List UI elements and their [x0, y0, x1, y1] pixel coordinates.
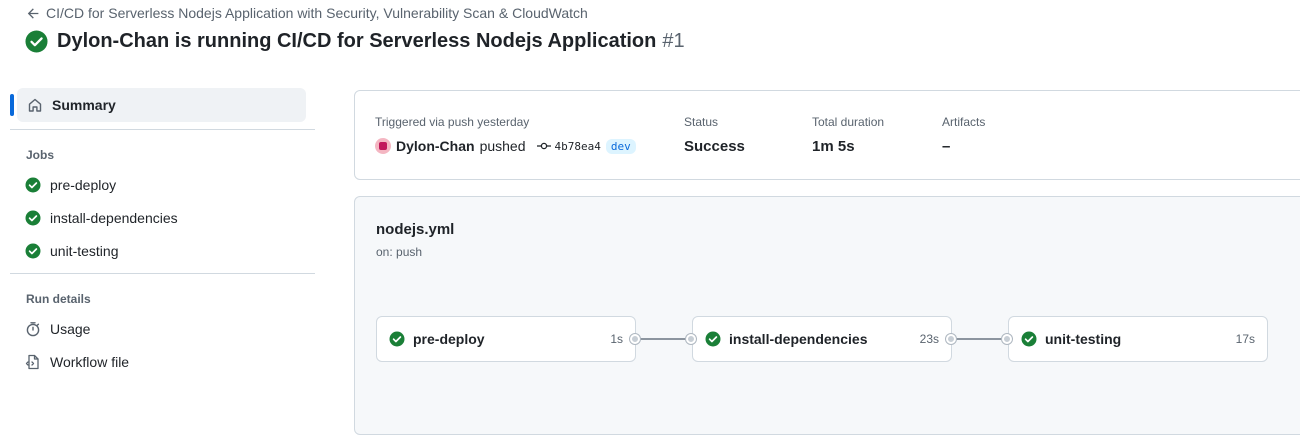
- back-link-label[interactable]: CI/CD for Serverless Nodejs Application …: [46, 5, 588, 21]
- jobs-heading: Jobs: [26, 148, 55, 162]
- trigger-label: Triggered via push yesterday: [375, 115, 530, 129]
- status-field: Status Success: [684, 115, 745, 155]
- duration-field: Total duration 1m 5s: [812, 115, 884, 155]
- connector-dot: [1002, 334, 1012, 344]
- trigger-field: Triggered via push yesterday Dylon-Chan …: [375, 115, 636, 154]
- connector-dot: [630, 334, 640, 344]
- sidebar-item-summary[interactable]: Summary: [10, 88, 306, 122]
- success-check-icon: [1021, 331, 1037, 347]
- back-link[interactable]: CI/CD for Serverless Nodejs Application …: [27, 5, 588, 21]
- avatar[interactable]: [375, 138, 391, 154]
- divider: [10, 273, 315, 274]
- job-duration: 17s: [1235, 332, 1255, 346]
- success-check-icon: [25, 30, 48, 53]
- sidebar-item-label: install-dependencies: [50, 209, 178, 226]
- sidebar-job-pre-deploy[interactable]: pre-deploy: [10, 168, 315, 201]
- git-commit-icon: [536, 142, 551, 150]
- sidebar: Summary Jobs pre-deploy install-dependen…: [10, 88, 315, 378]
- job-name: pre-deploy: [413, 331, 485, 347]
- run-number: #1: [662, 30, 685, 52]
- job-node-unit-testing[interactable]: unit-testing 17s: [1008, 316, 1268, 362]
- success-check-icon: [25, 243, 41, 258]
- sidebar-item-label: unit-testing: [50, 242, 119, 259]
- status-value: Success: [684, 138, 745, 155]
- divider: [10, 129, 315, 130]
- workflow-graph: nodejs.yml on: push pre-deploy 1s instal…: [354, 196, 1300, 435]
- stopwatch-icon: [26, 321, 40, 336]
- success-check-icon: [705, 331, 721, 347]
- active-indicator: [10, 94, 14, 116]
- job-duration: 23s: [919, 332, 939, 346]
- artifacts-value: –: [942, 138, 951, 155]
- home-icon: [28, 98, 42, 112]
- commit-link[interactable]: 4b78ea4: [536, 139, 601, 153]
- connector-dot: [686, 334, 696, 344]
- job-connector: [636, 338, 692, 340]
- success-check-icon: [25, 210, 41, 225]
- duration-value: 1m 5s: [812, 138, 855, 155]
- commit-sha: 4b78ea4: [554, 139, 601, 153]
- actor-link[interactable]: Dylon-Chan: [396, 138, 475, 154]
- success-check-icon: [25, 177, 41, 192]
- sidebar-item-label: Usage: [50, 320, 91, 337]
- workflow-trigger: on: push: [376, 245, 423, 259]
- job-node-pre-deploy[interactable]: pre-deploy 1s: [376, 316, 636, 362]
- sidebar-item-usage[interactable]: Usage: [10, 312, 315, 345]
- sidebar-item-label: Workflow file: [50, 353, 130, 370]
- sidebar-item-label: pre-deploy: [50, 176, 117, 193]
- job-duration: 1s: [610, 332, 623, 346]
- arrow-left-icon: [27, 7, 39, 19]
- artifacts-field: Artifacts –: [942, 115, 985, 155]
- file-code-icon: [25, 354, 39, 369]
- action-text: pushed: [479, 138, 526, 154]
- page-title: Dylon-Chan is running CI/CD for Serverle…: [57, 30, 657, 52]
- branch-badge[interactable]: dev: [605, 138, 636, 154]
- sidebar-item-workflow-file[interactable]: Workflow file: [10, 345, 315, 378]
- job-connector: [952, 338, 1008, 340]
- sidebar-job-unit-testing[interactable]: unit-testing: [10, 234, 315, 267]
- job-name: unit-testing: [1045, 331, 1122, 347]
- duration-label: Total duration: [812, 115, 885, 129]
- job-name: install-dependencies: [729, 331, 868, 347]
- run-details-heading: Run details: [26, 292, 91, 306]
- sidebar-item-label: Summary: [52, 97, 116, 113]
- workflow-file-name: nodejs.yml: [376, 221, 455, 238]
- success-check-icon: [389, 331, 405, 347]
- page-title-row: Dylon-Chan is running CI/CD for Serverle…: [25, 30, 685, 53]
- job-node-install-dependencies[interactable]: install-dependencies 23s: [692, 316, 952, 362]
- connector-dot: [946, 334, 956, 344]
- status-label: Status: [684, 115, 719, 129]
- run-summary-card: Triggered via push yesterday Dylon-Chan …: [354, 90, 1300, 180]
- sidebar-job-install-dependencies[interactable]: install-dependencies: [10, 201, 315, 234]
- artifacts-label: Artifacts: [942, 115, 986, 129]
